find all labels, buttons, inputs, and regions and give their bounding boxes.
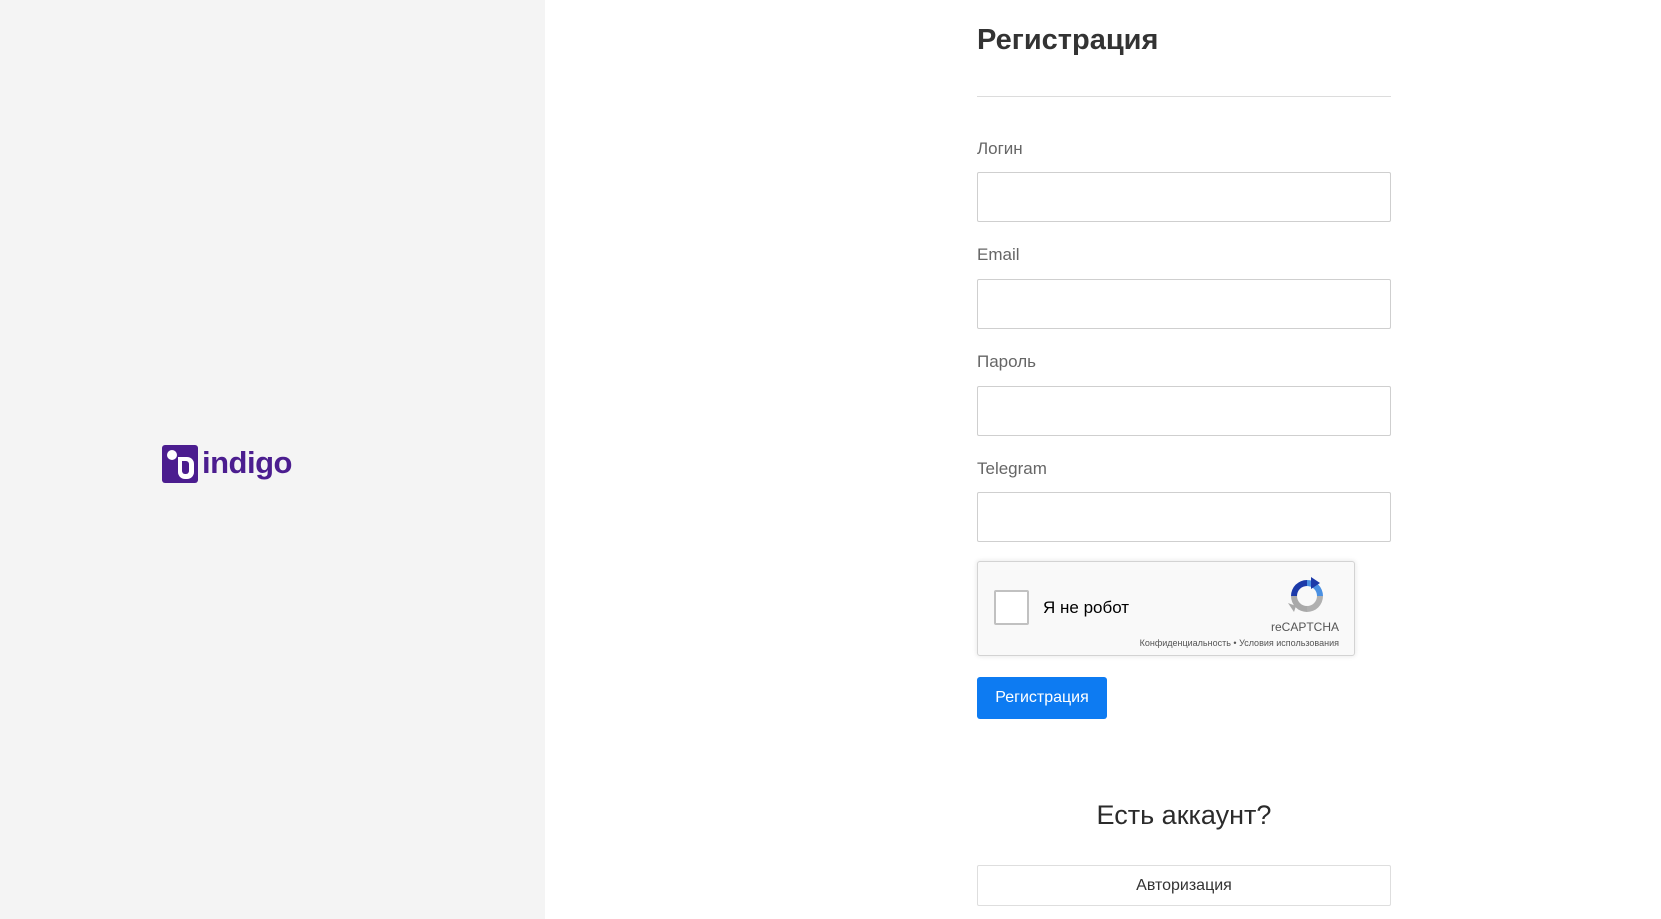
recaptcha-icon [1288, 577, 1323, 612]
email-input[interactable] [977, 279, 1391, 329]
title-divider [977, 96, 1391, 97]
login-input[interactable] [977, 172, 1391, 222]
recaptcha-privacy-link[interactable]: Конфиденциальность [1140, 638, 1231, 648]
password-input[interactable] [977, 386, 1391, 436]
recaptcha-label: Я не робот [1043, 598, 1130, 617]
telegram-input[interactable] [977, 492, 1391, 542]
login-button[interactable]: Авторизация [977, 865, 1391, 906]
indigo-logo[interactable]: indigo [162, 445, 292, 483]
have-account-heading: Есть аккаунт? [1096, 800, 1272, 830]
page-title: Регистрация [977, 24, 1159, 56]
recaptcha-links: Конфиденциальность • Условия использован… [1140, 638, 1339, 648]
telegram-label: Telegram [977, 459, 1047, 478]
email-label: Email [977, 245, 1020, 264]
recaptcha-terms-link[interactable]: Условия использования [1239, 638, 1339, 648]
indigo-logo-icon [162, 445, 198, 483]
recaptcha-brand: reCAPTCHA [1270, 620, 1339, 634]
logo-wordmark: indigo [202, 445, 292, 480]
register-button[interactable]: Регистрация [977, 677, 1107, 719]
brand-panel: indigo [0, 0, 545, 919]
recaptcha-checkbox[interactable] [994, 590, 1029, 625]
login-label: Логин [977, 139, 1023, 158]
registration-page: indigo Регистрация Логин Email Пароль Te… [0, 0, 1661, 919]
password-label: Пароль [977, 352, 1036, 371]
recaptcha-widget: Я не робот reCAPTCHA Конфиденциальность … [977, 561, 1355, 656]
recaptcha-link-separator: • [1233, 638, 1237, 648]
